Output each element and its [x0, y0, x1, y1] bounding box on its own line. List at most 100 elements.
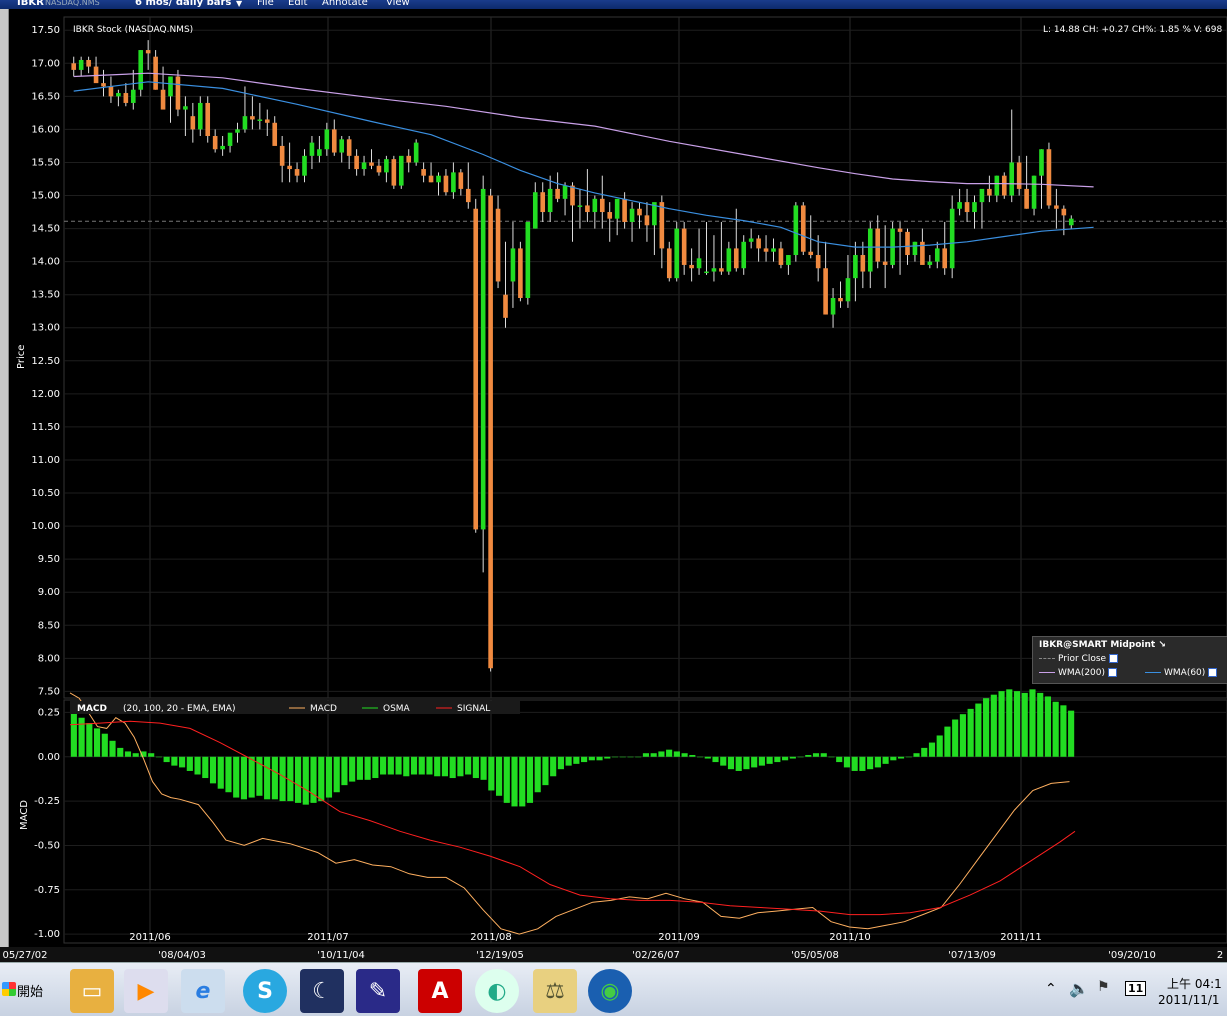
clock-time[interactable]: 上午 04:1 [1167, 975, 1222, 992]
globe-icon[interactable]: ◉ [588, 969, 632, 1013]
menu-file[interactable]: File [257, 0, 274, 9]
skype-icon[interactable]: S [243, 969, 287, 1013]
menu-annotate[interactable]: Annotate [322, 0, 368, 9]
volume-icon[interactable]: 🔈 [1069, 979, 1089, 998]
candle-body [681, 228, 687, 265]
wma200-swatch [1039, 672, 1055, 673]
candle-body [1046, 149, 1052, 206]
osma-bar [132, 753, 139, 757]
price-tick-label: 8.50 [38, 620, 60, 631]
timeline-tick-label: '07/13/09 [948, 950, 996, 961]
osma-bar [913, 753, 920, 757]
osma-bar [1060, 705, 1067, 757]
osma-bar [944, 726, 951, 757]
price-tick-label: 15.00 [31, 191, 60, 202]
candle-body [867, 228, 873, 272]
indicator-legend[interactable]: IBKR@SMART Midpoint ↘ Prior Close WMA(20… [1032, 636, 1227, 684]
chart-area[interactable]: IBKR Stock (NASDAQ.NMS) L: 14.88 CH: +0.… [0, 9, 1227, 962]
period-dropdown-icon[interactable]: ▼ [236, 0, 242, 9]
clock-date[interactable]: 2011/11/1 [1158, 993, 1220, 1007]
timeline-tick-label: '10/11/04 [317, 950, 365, 961]
osma-bar [867, 756, 874, 770]
scale-app-icon[interactable]: ⚖ [533, 969, 577, 1013]
osma-bar [666, 749, 673, 757]
candle-body [428, 175, 434, 183]
price-tick-label: 10.50 [31, 488, 60, 499]
moon-app-icon[interactable]: ☾ [300, 969, 344, 1013]
osma-bar [998, 691, 1005, 757]
price-tick-label: 16.00 [31, 124, 60, 135]
legend-wma60[interactable]: WMA(60) [1145, 668, 1218, 678]
candle-body [339, 139, 345, 153]
internet-explorer-icon[interactable]: e [181, 969, 225, 1013]
candle-body [719, 268, 724, 272]
wma60-swatch [1145, 672, 1161, 673]
period-selector[interactable]: 6 mos/ daily bars [135, 0, 231, 9]
osma-bar [488, 756, 495, 791]
month-tick-label: 2011/08 [470, 932, 512, 943]
candle-body [793, 205, 799, 256]
osma-bar [596, 756, 603, 761]
macd-tick-label: -1.00 [34, 929, 60, 940]
candle-body [1061, 208, 1067, 216]
osma-bar [225, 756, 232, 793]
legend-edit-icon[interactable]: ↘ [1158, 640, 1166, 650]
osma-bar [611, 756, 619, 758]
tray-expand-icon[interactable]: ⌃ [1045, 981, 1057, 997]
osma-bar [410, 756, 418, 775]
osma-bar [727, 756, 735, 770]
candle-body [436, 175, 441, 183]
candle-body [585, 205, 590, 213]
candle-body [875, 228, 881, 262]
osma-bar [526, 756, 534, 803]
osma-bar [642, 753, 650, 757]
sync-app-icon[interactable]: ◐ [475, 969, 519, 1013]
candle-body [763, 248, 769, 252]
candle-body [897, 228, 903, 232]
candle-body [480, 188, 486, 530]
acrobat-icon[interactable]: A [418, 969, 462, 1013]
candle-body [488, 195, 493, 669]
macd-legend-signal: SIGNAL [457, 704, 490, 714]
candle-body [108, 86, 114, 97]
osma-bar [426, 756, 433, 775]
osma-bar [812, 753, 820, 757]
osma-bar [673, 751, 680, 757]
osma-bar [557, 756, 564, 770]
osma-bar [1044, 696, 1052, 757]
prior-close-checkbox[interactable] [1109, 654, 1119, 663]
candle-body [264, 119, 270, 123]
menu-edit[interactable]: Edit [288, 0, 307, 9]
candle-body [748, 238, 754, 242]
legend-wma200[interactable]: WMA(200) [1039, 668, 1118, 678]
wma60-checkbox[interactable] [1208, 668, 1218, 677]
osma-bar [774, 756, 781, 763]
osma-bar [1029, 689, 1036, 757]
symbol-label[interactable]: IBKR [17, 0, 44, 9]
osma-bar [534, 756, 541, 793]
osma-bar [983, 698, 990, 757]
wma200-checkbox[interactable] [1108, 668, 1118, 677]
candle-body [510, 248, 516, 282]
osma-bar [890, 756, 897, 761]
macd-tick-labels: 0.25 0.00 -0.25 -0.50 -0.75 -1.00 [34, 707, 60, 940]
candle-body [235, 129, 240, 133]
osma-bar [565, 756, 572, 766]
calendar-icon[interactable]: 11 [1125, 981, 1147, 996]
candle-body [294, 169, 300, 176]
network-icon[interactable]: ⚑ [1097, 979, 1110, 995]
osma-bar [395, 756, 402, 775]
macd-legend-macd: MACD [310, 704, 337, 714]
osma-bar [936, 735, 943, 757]
candle-body [346, 139, 352, 156]
paint-app-icon[interactable]: ✎ [356, 969, 400, 1013]
candle-body [532, 192, 538, 229]
osma-bar [782, 756, 789, 761]
media-player-icon[interactable]: ▶ [124, 969, 168, 1013]
candle-body [786, 255, 791, 265]
start-button[interactable]: 開始 [0, 977, 52, 1003]
price-tick-label: 12.50 [31, 356, 60, 367]
legend-prior-close[interactable]: Prior Close [1039, 654, 1119, 664]
menu-view[interactable]: View [386, 0, 410, 9]
explorer-icon[interactable]: ▭ [70, 969, 114, 1013]
